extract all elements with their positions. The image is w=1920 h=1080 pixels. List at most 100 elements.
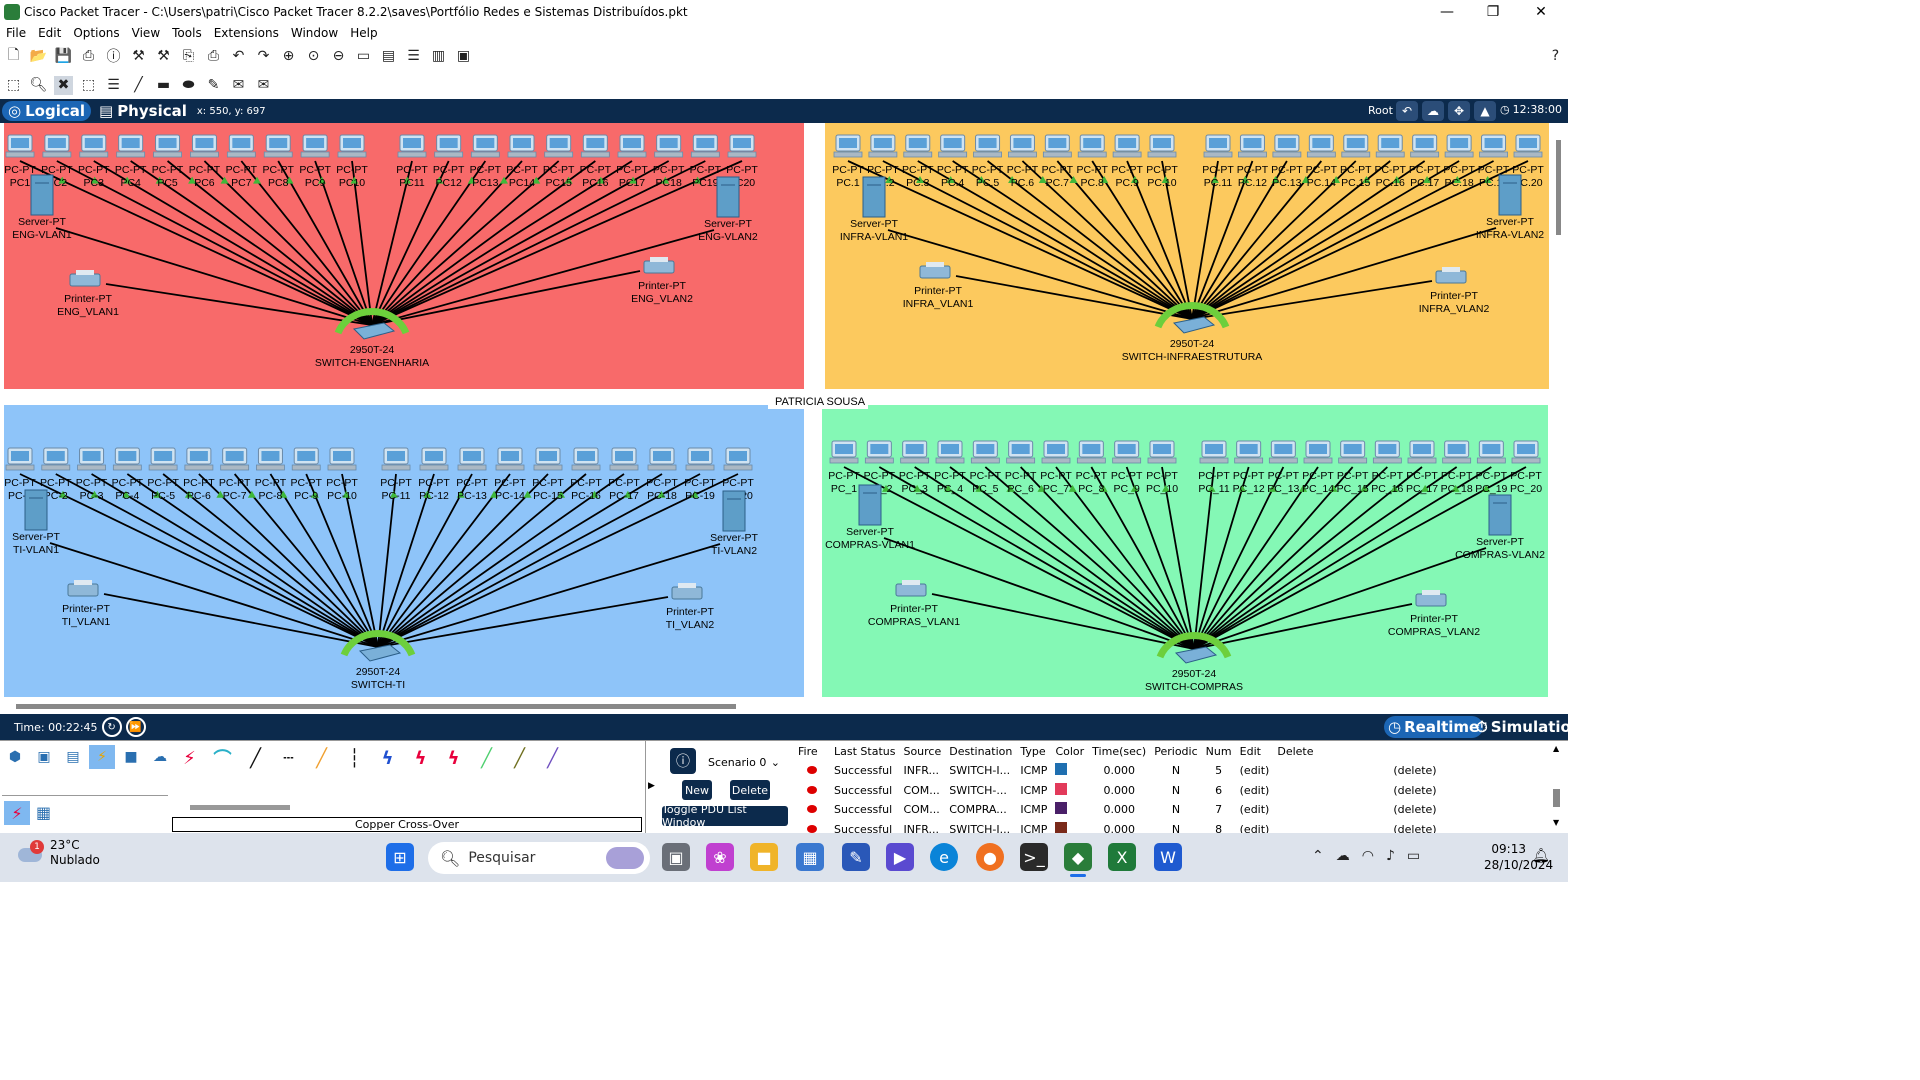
save-icon[interactable]: 💾 <box>54 47 73 66</box>
network-info-icon[interactable]: ⚒ <box>129 47 148 66</box>
menu-file[interactable]: File <box>0 26 32 40</box>
zone-ti[interactable]: PC-PTPC-1PC-PTPC-2PC-PTPC-3PC-PTPC-4PC-P… <box>4 405 804 697</box>
misc-icon[interactable]: ■ <box>118 745 144 769</box>
logical-tab[interactable]: ◎ Logical <box>2 101 91 121</box>
draw-ellipse-icon[interactable]: ⬬ <box>179 76 198 95</box>
menu-tools[interactable]: Tools <box>166 26 208 40</box>
word-icon[interactable]: W <box>1154 843 1182 871</box>
fire-indicator-icon[interactable] <box>807 824 817 833</box>
pdu-row[interactable]: Successful INFR... SWITCH-I... ICMP 0.000 N 8 (… <box>794 820 1441 834</box>
zoom-out-icon[interactable]: ⊖ <box>329 47 348 66</box>
menu-extensions[interactable]: Extensions <box>208 26 285 40</box>
menu-edit[interactable]: Edit <box>32 26 67 40</box>
serial-dce-cable-icon[interactable]: ϟ <box>405 745 436 771</box>
inspect-icon[interactable]: 🔍︎ <box>29 76 48 95</box>
place-note-icon[interactable]: ☰ <box>104 76 123 95</box>
drawing-palette-icon[interactable]: ▭ <box>354 47 373 66</box>
viewport-toggle-icon[interactable]: ▲ <box>1474 101 1496 121</box>
add-complex-pdu-icon[interactable]: ✉ <box>254 76 273 95</box>
add-simple-pdu-icon[interactable]: ✉ <box>229 76 248 95</box>
custom-device-icon[interactable]: ▤ <box>379 47 398 66</box>
pdu-row[interactable]: Successful COM... COMPRA... ICMP 0.000 N 7 (edi… <box>794 800 1441 820</box>
draw-rectangle-icon[interactable]: ▬ <box>154 76 173 95</box>
delete-scenario-button[interactable]: Delete <box>730 780 770 800</box>
file-explorer-icon[interactable]: ■ <box>750 843 778 871</box>
grid-icon[interactable]: ▦ <box>36 803 51 822</box>
notification-bell-icon[interactable]: 🔔︎ <box>1532 848 1550 864</box>
pdu-scroll-up-icon[interactable]: ▲ <box>1553 744 1559 753</box>
auto-connection-icon[interactable]: ⚡ <box>4 801 30 825</box>
pdu-scroll-down-icon[interactable]: ▼ <box>1553 818 1559 827</box>
pdu-row[interactable]: Successful INFR... SWITCH-I... ICMP 0.000 N 5 (… <box>794 761 1441 781</box>
fast-forward-icon[interactable]: ⏩ <box>125 717 146 737</box>
viewport-icon[interactable]: ▥ <box>429 47 448 66</box>
pdu-cell-delete[interactable]: (delete) <box>1273 781 1440 801</box>
coaxial-cable-icon[interactable]: ϟ <box>372 745 403 771</box>
chevron-up-icon[interactable]: ⌃ <box>1312 848 1324 864</box>
document-app-icon[interactable]: ✎ <box>842 843 870 871</box>
topology-canvas[interactable]: PC-PTPC1PC-PTPC2PC-PTPC3PC-PTPC4PC-PTPC5… <box>0 123 1568 714</box>
pdu-cell-edit[interactable]: (edit) <box>1236 781 1274 801</box>
zone-infra[interactable]: PC-PTPC.1PC-PTPC.2PC-PTPC.3PC-PTPC.4PC-P… <box>825 123 1549 389</box>
fire-indicator-icon[interactable] <box>807 805 817 814</box>
undo-icon[interactable]: ↶ <box>229 47 248 66</box>
pdu-scrollbar[interactable] <box>1553 789 1560 807</box>
connections-icon[interactable]: ⚡ <box>89 745 115 769</box>
info-icon[interactable]: ⓘ <box>104 47 123 66</box>
pdu-cell-fire[interactable] <box>794 820 830 834</box>
menu-window[interactable]: Window <box>285 26 344 40</box>
multiuser-icon[interactable]: ☁ <box>147 745 173 769</box>
move-icon[interactable]: ✥ <box>1448 101 1470 121</box>
minimize-button[interactable]: — <box>1424 0 1470 24</box>
menu-options[interactable]: Options <box>67 26 125 40</box>
wifi-icon[interactable]: ◠ <box>1362 848 1374 864</box>
close-button[interactable]: ✕ <box>1518 0 1564 24</box>
console-cable-icon[interactable]: ⌒ <box>207 745 238 771</box>
end-devices-icon[interactable]: ▣ <box>31 745 57 769</box>
scenario-select[interactable]: Scenario 0 ⌄ <box>706 752 782 772</box>
straight-through-cable-icon[interactable]: ╱ <box>240 745 271 771</box>
pdu-cell-delete[interactable]: (delete) <box>1273 761 1440 781</box>
select-icon[interactable]: ⬚ <box>4 76 23 95</box>
paste-icon[interactable]: ⎙ <box>204 47 223 66</box>
usb-cable-icon[interactable]: ╱ <box>537 745 568 771</box>
automatic-cable-icon[interactable]: ⚡ <box>174 745 205 771</box>
delete-tool-icon[interactable]: ✖ <box>54 75 73 95</box>
zone-compras[interactable]: PC-PTPC_1PC-PTPC_2PC-PTPC_3PC-PTPC_4PC-P… <box>822 405 1548 697</box>
menu-view[interactable]: View <box>126 26 166 40</box>
power-cycle-icon[interactable]: ↻ <box>101 717 122 737</box>
cloud-icon[interactable]: ☁ <box>1422 101 1444 121</box>
draw-line-icon[interactable]: ╱ <box>129 76 148 95</box>
pdu-cell-delete[interactable]: (delete) <box>1273 820 1440 833</box>
image-icon[interactable]: ▣ <box>454 47 473 66</box>
activity-wizard-icon[interactable]: ⚒ <box>154 47 173 66</box>
resize-shape-icon[interactable]: ⬚ <box>79 76 98 95</box>
iot-cable-icon[interactable]: ╱ <box>504 745 535 771</box>
new-file-icon[interactable]: 🗋 <box>4 47 23 66</box>
print-icon[interactable]: ⎙ <box>79 47 98 66</box>
back-icon[interactable]: ↶ <box>1396 101 1418 121</box>
expand-arrow-icon[interactable]: ▶ <box>648 781 655 791</box>
simulation-tab[interactable]: ⏱ Simulation <box>1476 716 1582 738</box>
notes-icon[interactable]: ☰ <box>404 47 423 66</box>
excel-icon[interactable]: X <box>1108 843 1136 871</box>
logical-workspace[interactable]: PC-PT PC1 PC-PT PC2 PC-PT PC3 PC-PT PC4 PC-PT PC5… <box>0 123 1568 714</box>
copy-icon[interactable]: ⎘ <box>179 47 198 66</box>
scenario-info-icon[interactable]: ⓘ <box>670 748 696 774</box>
zoom-in-icon[interactable]: ⊕ <box>279 47 298 66</box>
network-devices-icon[interactable]: ⬢ <box>2 745 28 769</box>
taskbar-search[interactable]: 🔍︎ Pesquisar <box>428 842 650 874</box>
microsoft-store-icon[interactable]: ▦ <box>796 843 824 871</box>
zoom-reset-icon[interactable]: ⊙ <box>304 47 323 66</box>
toggle-pdu-list-button[interactable]: Toggle PDU List Window <box>662 803 788 829</box>
pdu-cell-delete[interactable]: (delete) <box>1273 800 1440 820</box>
battery-icon[interactable]: ▭ <box>1407 848 1420 864</box>
vertical-scrollbar[interactable] <box>1556 140 1561 235</box>
cross-over-cable-icon[interactable]: ┄ <box>273 745 304 771</box>
terminal-icon[interactable]: >_ <box>1020 843 1048 871</box>
new-scenario-button[interactable]: New <box>682 780 712 800</box>
redo-icon[interactable]: ↷ <box>254 47 273 66</box>
menu-help[interactable]: Help <box>344 26 383 40</box>
help-icon[interactable]: ? <box>1546 46 1565 65</box>
pdu-cell-fire[interactable] <box>794 761 830 781</box>
